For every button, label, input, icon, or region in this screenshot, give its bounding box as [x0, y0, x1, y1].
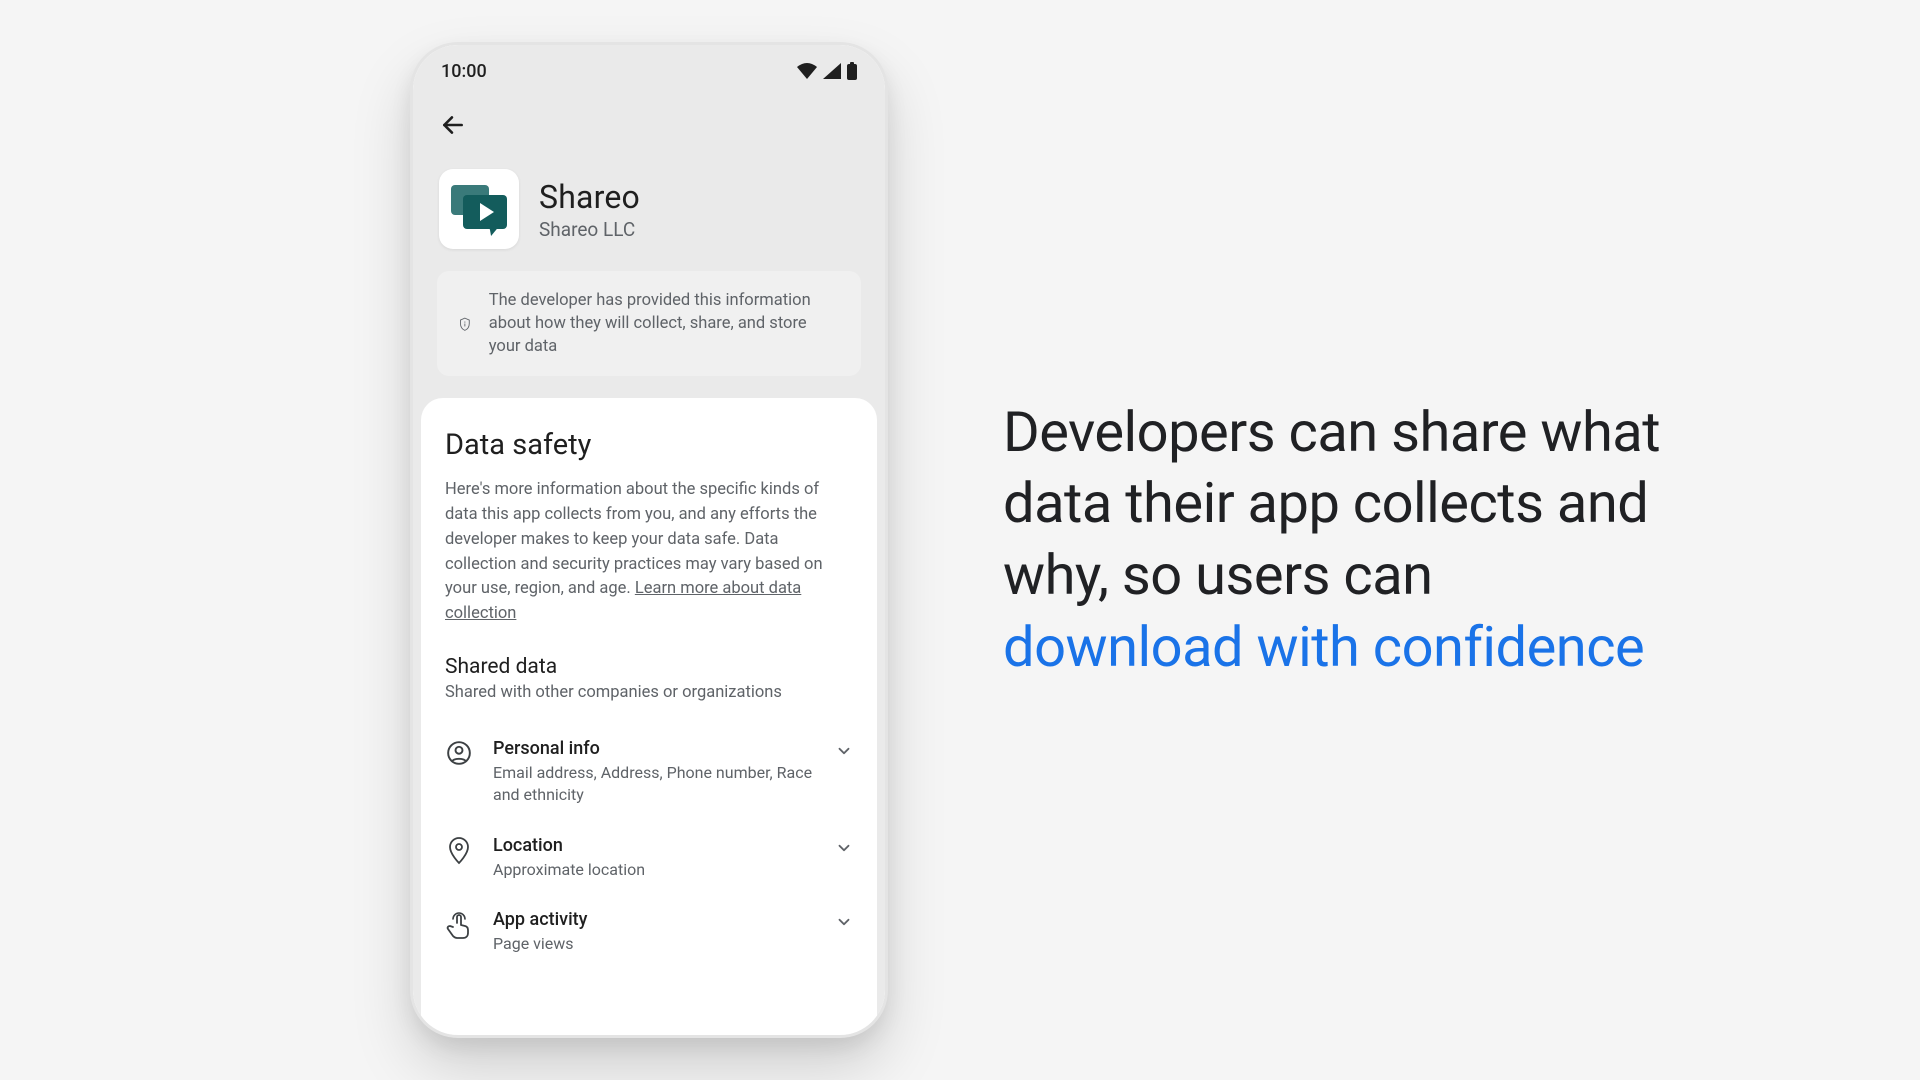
data-row-app-activity[interactable]: App activity Page views: [445, 895, 853, 969]
location-pin-icon: [445, 837, 473, 865]
toolbar: [413, 97, 885, 151]
status-bar: 10:00: [413, 45, 885, 97]
data-row-sub: Approximate location: [493, 859, 815, 881]
data-row-sub: Email address, Address, Phone number, Ra…: [493, 762, 815, 807]
arrow-left-icon: [440, 112, 466, 138]
data-safety-heading: Data safety: [445, 428, 853, 462]
phone-device: 10:00 Shareo Shareo LLC: [410, 42, 888, 1038]
data-row-sub: Page views: [493, 933, 815, 955]
data-row-title: Personal info: [493, 738, 815, 759]
shared-data-sub: Shared with other companies or organizat…: [445, 683, 853, 702]
data-row-title: App activity: [493, 909, 815, 930]
data-safety-description: Here's more information about the specif…: [445, 478, 853, 627]
back-button[interactable]: [435, 107, 471, 143]
signal-icon: [823, 63, 841, 79]
data-row-location[interactable]: Location Approximate location: [445, 821, 853, 895]
phone-screen: 10:00 Shareo Shareo LLC: [413, 45, 885, 1035]
touch-icon: [445, 911, 473, 941]
app-name: Shareo: [539, 178, 640, 216]
status-icons: [797, 62, 857, 80]
data-row-title: Location: [493, 835, 815, 856]
battery-icon: [847, 62, 857, 80]
chevron-down-icon: [835, 913, 853, 931]
marketing-text-plain: Developers can share what data their app…: [1003, 399, 1660, 608]
wifi-icon: [797, 63, 817, 79]
data-row-personal-info[interactable]: Personal info Email address, Address, Ph…: [445, 724, 853, 821]
shared-data-heading: Shared data: [445, 655, 853, 679]
developer-info-box: The developer has provided this informat…: [437, 271, 861, 376]
status-time: 10:00: [441, 61, 487, 82]
developer-info-text: The developer has provided this informat…: [489, 289, 839, 358]
app-developer: Shareo LLC: [539, 218, 640, 241]
chevron-down-icon: [835, 742, 853, 760]
data-safety-card: Data safety Here's more information abou…: [421, 398, 877, 1035]
marketing-text-accent: download with confidence: [1003, 614, 1644, 680]
app-header: Shareo Shareo LLC: [413, 151, 885, 271]
shield-info-icon: [459, 310, 471, 338]
marketing-headline: Developers can share what data their app…: [1003, 397, 1663, 684]
chevron-down-icon: [835, 839, 853, 857]
app-icon: [439, 169, 519, 249]
person-icon: [445, 740, 473, 766]
